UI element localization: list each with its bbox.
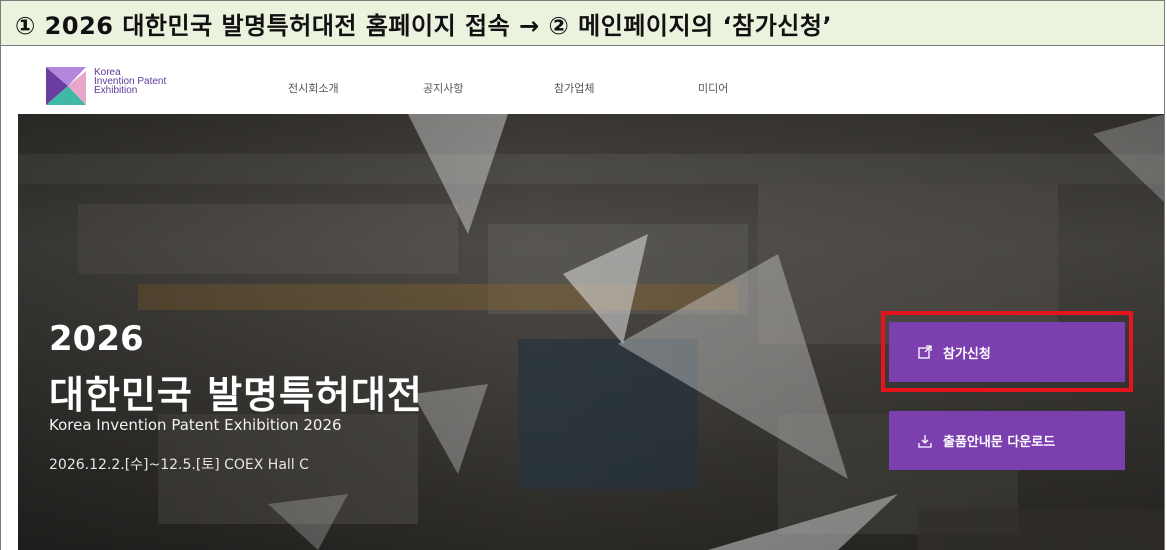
- download-guide-button[interactable]: 출품안내문 다운로드: [889, 411, 1125, 470]
- logo-line-3: Exhibition: [94, 85, 138, 96]
- hero-title: 대한민국 발명특허대전: [49, 373, 423, 417]
- hero-subtitle: Korea Invention Patent Exhibition 2026: [49, 416, 342, 434]
- site-header: Korea Invention Patent Exhibition 전시회소개 …: [1, 46, 1164, 114]
- nav-item-media[interactable]: 미디어: [698, 80, 728, 96]
- download-guide-label: 출품안내문 다운로드: [943, 435, 1056, 450]
- logo-icon[interactable]: [46, 67, 86, 105]
- download-icon: [917, 433, 933, 449]
- nav-item-exhibition-intro[interactable]: 전시회소개: [288, 80, 339, 96]
- hero-banner: 2026 대한민국 발명특허대전 Korea Invention Patent …: [18, 114, 1164, 550]
- nav-item-notices[interactable]: 공지사항: [423, 80, 463, 96]
- browser-screenshot: Korea Invention Patent Exhibition 전시회소개 …: [0, 46, 1165, 550]
- hero-date: 2026.12.2.[수]~12.5.[토] COEX Hall C: [49, 457, 309, 473]
- highlight-box: [881, 311, 1133, 392]
- logo-text: Korea Invention Patent Exhibition: [94, 68, 166, 96]
- hero-year: 2026: [49, 319, 144, 359]
- instruction-text: ① 2026 대한민국 발명특허대전 홈페이지 접속 → ② 메인페이지의 ‘참…: [15, 11, 833, 40]
- nav-item-exhibitors[interactable]: 참가업체: [554, 80, 594, 96]
- instruction-banner: ① 2026 대한민국 발명특허대전 홈페이지 접속 → ② 메인페이지의 ‘참…: [0, 0, 1165, 46]
